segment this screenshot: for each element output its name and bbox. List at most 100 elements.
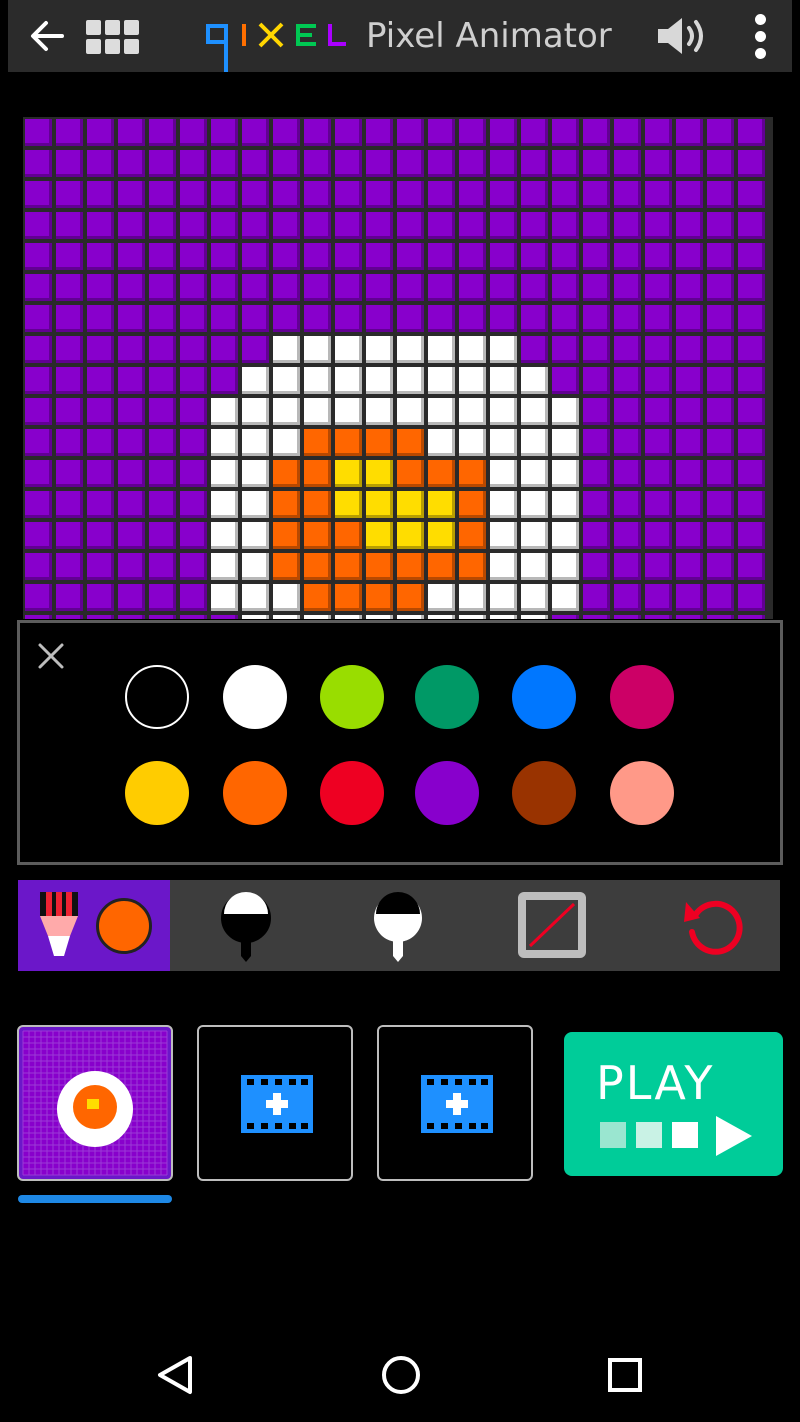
pixel-cell[interactable] bbox=[87, 615, 114, 619]
pixel-cell[interactable] bbox=[676, 274, 703, 301]
gallery-grid-icon[interactable] bbox=[84, 18, 142, 58]
pixel-cell[interactable] bbox=[645, 491, 672, 518]
pixel-cell[interactable] bbox=[366, 181, 393, 208]
pixel-cell[interactable] bbox=[583, 429, 610, 456]
pixel-cell[interactable] bbox=[87, 460, 114, 487]
pixel-cell[interactable] bbox=[645, 274, 672, 301]
pixel-cell[interactable] bbox=[335, 305, 362, 332]
pixel-cell[interactable] bbox=[490, 460, 517, 487]
pixel-cell[interactable] bbox=[87, 150, 114, 177]
pixel-cell[interactable] bbox=[118, 460, 145, 487]
pixel-cell[interactable] bbox=[397, 429, 424, 456]
pixel-cell[interactable] bbox=[645, 150, 672, 177]
pixel-cell[interactable] bbox=[583, 584, 610, 611]
pixel-cell[interactable] bbox=[180, 615, 207, 619]
pixel-cell[interactable] bbox=[459, 274, 486, 301]
pixel-cell[interactable] bbox=[645, 243, 672, 270]
pixel-cell[interactable] bbox=[645, 305, 672, 332]
pixel-cell[interactable] bbox=[707, 181, 734, 208]
color-swatch[interactable] bbox=[415, 761, 479, 825]
pixel-cell[interactable] bbox=[738, 119, 765, 146]
pixel-cell[interactable] bbox=[149, 181, 176, 208]
pixel-cell[interactable] bbox=[56, 491, 83, 518]
pixel-cell[interactable] bbox=[676, 305, 703, 332]
pixel-cell[interactable] bbox=[180, 305, 207, 332]
pixel-cell[interactable] bbox=[25, 460, 52, 487]
pixel-cell[interactable] bbox=[118, 336, 145, 363]
pixel-cell[interactable] bbox=[521, 460, 548, 487]
pixel-cell[interactable] bbox=[707, 212, 734, 239]
pixel-cell[interactable] bbox=[211, 274, 238, 301]
pixel-cell[interactable] bbox=[273, 429, 300, 456]
pixel-cell[interactable] bbox=[273, 491, 300, 518]
pixel-cell[interactable] bbox=[242, 367, 269, 394]
pixel-cell[interactable] bbox=[335, 212, 362, 239]
pixel-cell[interactable] bbox=[521, 119, 548, 146]
pixel-cell[interactable] bbox=[149, 553, 176, 580]
pixel-cell[interactable] bbox=[645, 398, 672, 425]
pixel-cell[interactable] bbox=[242, 615, 269, 619]
speaker-icon[interactable] bbox=[654, 14, 714, 58]
pixel-cell[interactable] bbox=[242, 584, 269, 611]
pixel-cell[interactable] bbox=[552, 398, 579, 425]
pixel-cell[interactable] bbox=[366, 305, 393, 332]
pixel-cell[interactable] bbox=[583, 119, 610, 146]
pixel-cell[interactable] bbox=[738, 336, 765, 363]
pixel-cell[interactable] bbox=[118, 212, 145, 239]
pixel-cell[interactable] bbox=[87, 584, 114, 611]
add-frame-button-1[interactable] bbox=[197, 1025, 353, 1181]
pixel-cell[interactable] bbox=[273, 460, 300, 487]
color-swatch[interactable] bbox=[610, 665, 674, 729]
pixel-cell[interactable] bbox=[149, 398, 176, 425]
pixel-cell[interactable] bbox=[304, 274, 331, 301]
pixel-cell[interactable] bbox=[304, 119, 331, 146]
pixel-cell[interactable] bbox=[149, 491, 176, 518]
pixel-cell[interactable] bbox=[180, 150, 207, 177]
pixel-cell[interactable] bbox=[180, 367, 207, 394]
pixel-cell[interactable] bbox=[583, 367, 610, 394]
pixel-cell[interactable] bbox=[738, 398, 765, 425]
pixel-cell[interactable] bbox=[304, 181, 331, 208]
pixel-cell[interactable] bbox=[118, 150, 145, 177]
pixel-cell[interactable] bbox=[366, 522, 393, 549]
square-recent-icon[interactable] bbox=[604, 1354, 646, 1396]
pixel-cell[interactable] bbox=[149, 584, 176, 611]
play-button[interactable]: PLAY bbox=[564, 1032, 783, 1176]
pixel-cell[interactable] bbox=[738, 584, 765, 611]
pixel-cell[interactable] bbox=[428, 336, 455, 363]
pixel-cell[interactable] bbox=[490, 181, 517, 208]
pixel-cell[interactable] bbox=[490, 429, 517, 456]
pixel-cell[interactable] bbox=[614, 491, 641, 518]
pixel-cell[interactable] bbox=[645, 181, 672, 208]
pixel-cell[interactable] bbox=[676, 212, 703, 239]
pixel-cell[interactable] bbox=[428, 460, 455, 487]
pixel-cell[interactable] bbox=[552, 429, 579, 456]
pixel-cell[interactable] bbox=[490, 336, 517, 363]
pixel-cell[interactable] bbox=[304, 150, 331, 177]
pixel-cell[interactable] bbox=[87, 553, 114, 580]
pixel-cell[interactable] bbox=[56, 584, 83, 611]
pixel-cell[interactable] bbox=[521, 243, 548, 270]
pixel-cell[interactable] bbox=[87, 181, 114, 208]
pixel-cell[interactable] bbox=[707, 615, 734, 619]
frame-thumbnail-1[interactable] bbox=[17, 1025, 173, 1181]
pixel-cell[interactable] bbox=[56, 336, 83, 363]
pixel-cell[interactable] bbox=[397, 212, 424, 239]
pixel-cell[interactable] bbox=[397, 150, 424, 177]
pixel-cell[interactable] bbox=[397, 274, 424, 301]
pixel-cell[interactable] bbox=[521, 212, 548, 239]
pixel-cell[interactable] bbox=[645, 615, 672, 619]
pixel-cell[interactable] bbox=[738, 491, 765, 518]
pixel-cell[interactable] bbox=[118, 584, 145, 611]
pixel-cell[interactable] bbox=[366, 553, 393, 580]
pixel-cell[interactable] bbox=[335, 119, 362, 146]
pixel-canvas[interactable] bbox=[23, 117, 773, 619]
pixel-cell[interactable] bbox=[614, 243, 641, 270]
pixel-cell[interactable] bbox=[397, 398, 424, 425]
pixel-cell[interactable] bbox=[676, 429, 703, 456]
pixel-cell[interactable] bbox=[521, 150, 548, 177]
pixel-cell[interactable] bbox=[149, 522, 176, 549]
pixel-cell[interactable] bbox=[707, 460, 734, 487]
pixel-cell[interactable] bbox=[738, 305, 765, 332]
pixel-cell[interactable] bbox=[335, 336, 362, 363]
